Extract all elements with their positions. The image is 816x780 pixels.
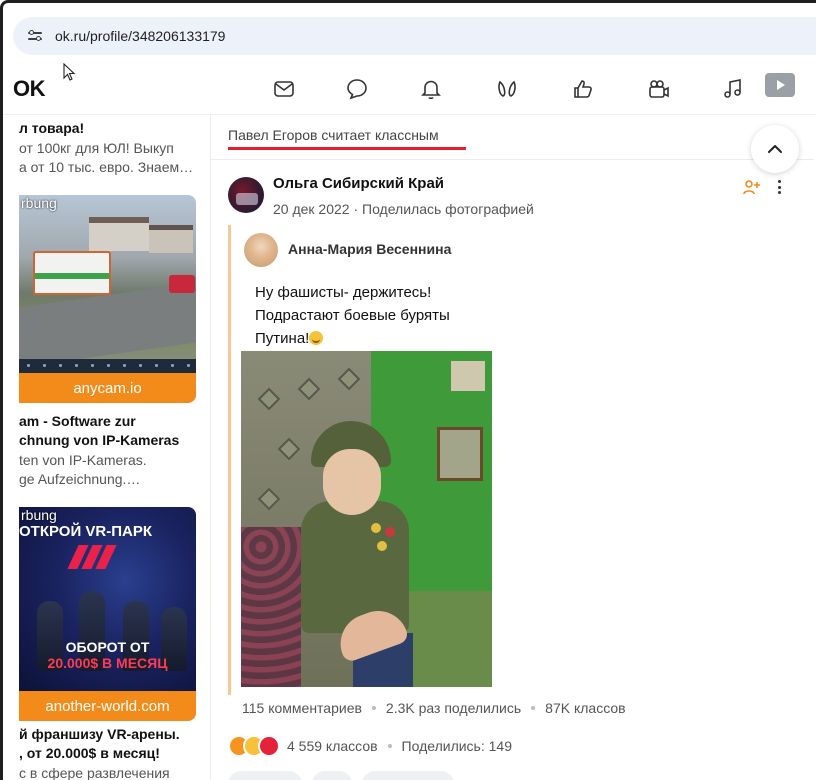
ad2-banner[interactable]: anycam.io xyxy=(19,373,196,403)
ad3-big-line1: ОБОРОТ ОТ xyxy=(65,639,150,655)
notifications-icon[interactable] xyxy=(417,75,445,103)
feed: Павел Егоров считает классным Ольга Сиби… xyxy=(210,115,814,780)
smile-emoji-icon xyxy=(309,331,324,345)
ok-header: OK xyxy=(3,63,816,115)
comment-button[interactable] xyxy=(228,771,302,780)
ad3-headline: ОТКРОЙ VR-ПАРК xyxy=(19,523,153,540)
author-avatar[interactable] xyxy=(228,177,264,213)
post-stats: 115 комментариев 2.3K раз поделились 87K… xyxy=(242,700,626,716)
share-button[interactable] xyxy=(312,771,352,780)
post-meta: 20 дек 2022 · Поделилась фотографией xyxy=(273,201,534,217)
ad2-source-label: rbung xyxy=(21,195,57,211)
marks-icon[interactable] xyxy=(569,75,597,103)
ad2-title-line1[interactable]: am - Software zur xyxy=(19,412,136,431)
classes-count[interactable]: 87K классов xyxy=(545,700,625,716)
post-text-line1: Ну фашисты- держитесь! xyxy=(255,284,432,301)
ad2-desc-line1: ten von IP-Kameras. xyxy=(19,452,147,468)
original-author-name[interactable]: Анна-Мария Весеннина xyxy=(288,241,451,257)
ad3-desc-line1: с в сфере развлечения xyxy=(19,765,170,780)
video-call-icon[interactable] xyxy=(645,75,673,103)
shares-count[interactable]: 2.3K раз поделились xyxy=(386,700,521,716)
mouse-cursor-icon xyxy=(63,63,76,81)
post-text: Ну фашисты- держитесь! Подрастают боевые… xyxy=(255,281,450,350)
ad1-title[interactable]: л товара! xyxy=(19,119,84,138)
ad2-card[interactable]: rbung anycam.io xyxy=(19,195,196,403)
ad2-title-line2[interactable]: chnung von IP-Kameras xyxy=(19,431,179,450)
post-text-line3: Путина! xyxy=(255,330,310,347)
post-text-line3-wrap: Путина! xyxy=(255,327,450,350)
messages-icon[interactable] xyxy=(270,75,298,103)
ad3-big-line2: 20.000$ В МЕСЯЦ xyxy=(47,655,168,671)
ad3-image[interactable]: rbung ОТКРОЙ VR-ПАРК ОБОРОТ ОТ 20.000$ В… xyxy=(19,507,196,691)
ad1-desc-line1: от 100кг для ЮЛ! Выкуп xyxy=(19,140,174,156)
scroll-up-button[interactable] xyxy=(751,125,799,173)
music-icon[interactable] xyxy=(719,75,747,103)
guests-icon[interactable] xyxy=(493,75,521,103)
author-name[interactable]: Ольга Сибирский Край xyxy=(273,175,444,192)
vr-logo-icon xyxy=(67,545,127,569)
ok-logo[interactable]: OK xyxy=(13,76,46,102)
site-settings-icon[interactable] xyxy=(27,27,45,45)
discussions-icon[interactable] xyxy=(343,75,371,103)
ad3-source-label: rbung xyxy=(21,507,57,523)
ad2-desc-line2: ge Aufzeichnung.… xyxy=(19,471,141,487)
ad3-card[interactable]: rbung ОТКРОЙ VR-ПАРК ОБОРОТ ОТ 20.000$ В… xyxy=(19,507,196,721)
url-text[interactable]: ok.ru/profile/348206133179 xyxy=(55,28,225,44)
original-author-avatar[interactable] xyxy=(244,233,278,267)
ad2-image[interactable]: rbung xyxy=(19,195,196,373)
ad3-banner[interactable]: another-world.com xyxy=(19,691,196,721)
video-icon[interactable] xyxy=(765,73,795,97)
feed-header-underline xyxy=(228,147,466,150)
post-text-line2: Подрастают боевые буряты xyxy=(255,307,450,324)
more-options-icon[interactable] xyxy=(774,177,784,197)
ad3-title-line2[interactable]: , от 20.000$ в месяц! xyxy=(19,744,160,763)
chevron-up-icon xyxy=(768,145,782,153)
post-photo[interactable] xyxy=(241,351,492,687)
add-friend-icon[interactable] xyxy=(743,179,761,195)
action-buttons xyxy=(228,771,454,780)
browser-window: ok.ru/profile/348206133179 OK л товара! … xyxy=(0,0,816,780)
address-bar[interactable]: ok.ru/profile/348206133179 xyxy=(13,17,816,55)
class-button[interactable] xyxy=(362,771,454,780)
shared-count[interactable]: Поделились: 149 xyxy=(402,738,512,754)
feed-header[interactable]: Павел Егоров считает классным xyxy=(228,127,439,143)
reactions-count[interactable]: 4 559 классов xyxy=(287,738,378,754)
reposted-content: Анна-Мария Весеннина Ну фашисты- держите… xyxy=(228,225,798,695)
reactions-bar: 4 559 классов Поделились: 149 xyxy=(228,735,512,757)
heart-reaction-icon[interactable] xyxy=(258,735,280,757)
ad1-desc-line2: а от 10 тыс. евро. Знаем… xyxy=(19,159,194,175)
ad3-title-line1[interactable]: й франшизу VR-арены. xyxy=(19,725,180,744)
ads-column: л товара! от 100кг для ЮЛ! Выкуп а от 10… xyxy=(3,115,203,780)
feed-divider xyxy=(211,159,814,160)
comments-count[interactable]: 115 комментариев xyxy=(242,700,362,716)
